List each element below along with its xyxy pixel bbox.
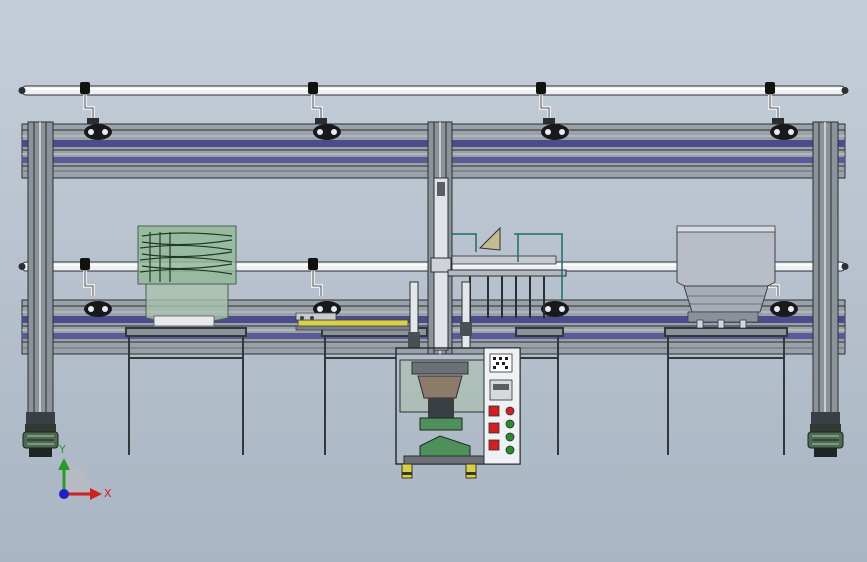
parts-bin-left — [137, 225, 237, 327]
support-column-left — [26, 121, 55, 424]
triad-x-label: X — [104, 487, 112, 500]
cad-viewport[interactable]: Y X — [0, 0, 867, 562]
triad-z-axis — [59, 489, 69, 499]
coordinate-triad — [58, 458, 102, 500]
machine-assembly-drawing — [18, 82, 849, 500]
triad-y-label: Y — [59, 443, 66, 456]
support-column-right — [811, 121, 840, 424]
swivel-caster-right — [807, 424, 844, 457]
overhead-rail — [18, 85, 849, 96]
swivel-caster-left — [22, 424, 59, 457]
control-panel — [483, 347, 521, 465]
